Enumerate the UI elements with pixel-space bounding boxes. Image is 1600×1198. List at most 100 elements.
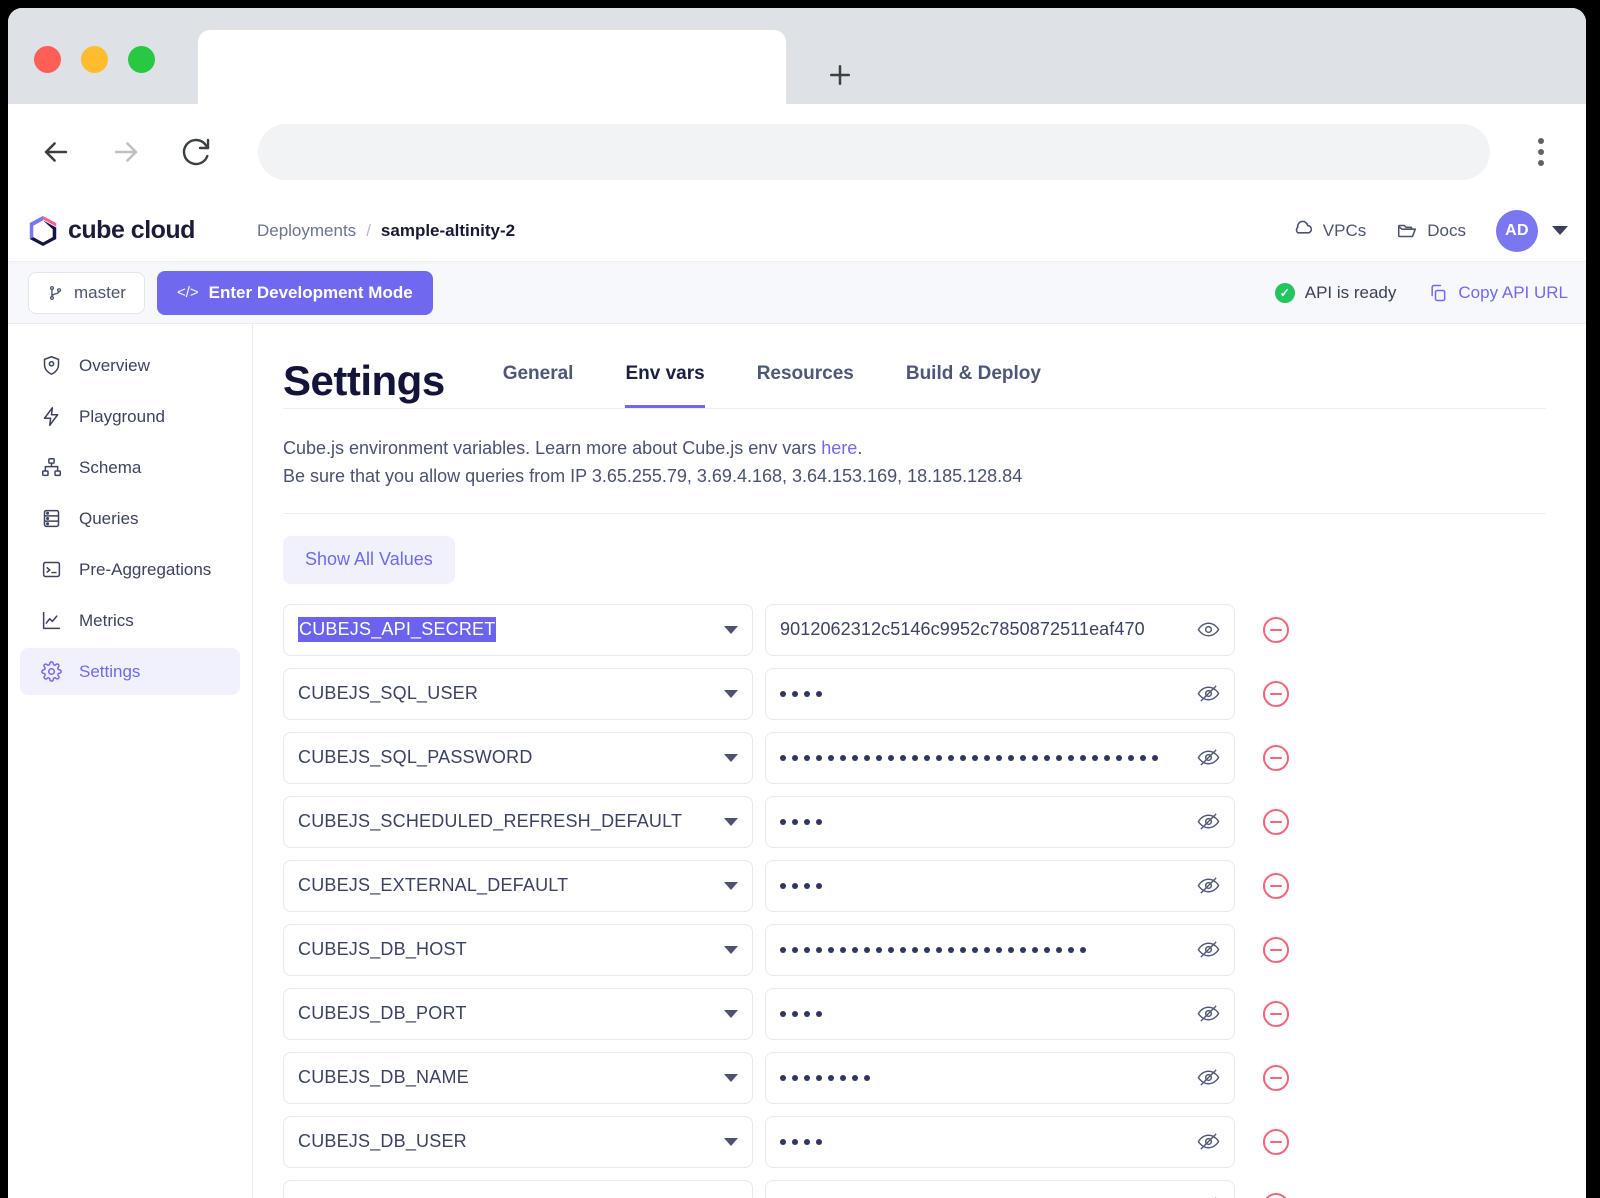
env-var-name-select[interactable]: CUBEJS_EXTERNAL_DEFAULT bbox=[283, 859, 753, 912]
database-rows-icon bbox=[40, 508, 62, 530]
remove-env-var-button[interactable] bbox=[1263, 808, 1289, 835]
env-var-row: CUBEJS_DB_HOST bbox=[283, 923, 1546, 976]
sidebar-item-label: Settings bbox=[79, 661, 141, 681]
masked-value bbox=[780, 818, 822, 825]
env-vars-description: Cube.js environment variables. Learn mor… bbox=[283, 409, 1546, 491]
tab-resources[interactable]: Resources bbox=[757, 363, 854, 408]
tab-general[interactable]: General bbox=[503, 363, 574, 408]
eye-hidden-icon[interactable] bbox=[1196, 810, 1220, 834]
env-var-value-input[interactable] bbox=[765, 667, 1235, 720]
eye-hidden-icon[interactable] bbox=[1196, 1002, 1220, 1026]
eye-visible-icon[interactable] bbox=[1196, 618, 1220, 642]
eye-hidden-icon[interactable] bbox=[1196, 874, 1220, 898]
env-var-name-select[interactable]: CUBEJS_SQL_USER bbox=[283, 667, 753, 720]
copy-api-url-button[interactable]: Copy API URL bbox=[1428, 283, 1568, 303]
env-var-value-input[interactable] bbox=[765, 1115, 1235, 1168]
chevron-down-icon bbox=[724, 753, 738, 762]
env-var-row: CUBEJS_API_SECRET 9012062312c5146c9952c78… bbox=[283, 603, 1546, 656]
sidebar-item-label: Overview bbox=[79, 355, 150, 375]
docs-link[interactable]: Docs bbox=[1396, 220, 1466, 242]
eye-hidden-icon[interactable] bbox=[1196, 1194, 1220, 1198]
description-divider bbox=[283, 512, 1546, 514]
branch-selector[interactable]: master bbox=[28, 271, 145, 314]
env-var-name-select[interactable]: CUBEJS_DB_NAME bbox=[283, 1051, 753, 1104]
tab-env-vars[interactable]: Env vars bbox=[625, 363, 705, 408]
deployment-subbar: master </> Enter Development Mode ✓ API … bbox=[8, 262, 1586, 324]
chevron-down-icon bbox=[724, 1137, 738, 1146]
eye-hidden-icon[interactable] bbox=[1196, 682, 1220, 706]
vpcs-link[interactable]: VPCs bbox=[1292, 220, 1366, 242]
remove-env-var-button[interactable] bbox=[1263, 744, 1289, 771]
env-var-row: CUBEJS_SCHEDULED_REFRESH_DEFAULT bbox=[283, 795, 1546, 848]
env-var-name-select[interactable]: CUBEJS_API_SECRET bbox=[283, 603, 753, 656]
sidebar-item-schema[interactable]: Schema bbox=[20, 444, 240, 491]
terminal-icon bbox=[40, 559, 62, 581]
masked-value bbox=[780, 690, 822, 697]
cube-cloud-logo[interactable]: cube cloud bbox=[28, 215, 195, 247]
env-var-name-select[interactable]: CUBEJS_SCHEDULED_REFRESH_DEFAULT bbox=[283, 795, 753, 848]
remove-env-var-button[interactable] bbox=[1263, 616, 1289, 643]
remove-env-var-button[interactable] bbox=[1263, 1192, 1289, 1198]
env-var-name-select[interactable]: CUBEJS_DB_HOST bbox=[283, 923, 753, 976]
env-var-value-input[interactable] bbox=[765, 731, 1235, 784]
user-menu[interactable]: AD bbox=[1496, 209, 1568, 252]
eye-hidden-icon[interactable] bbox=[1196, 1066, 1220, 1090]
sidebar: Overview Playground Schema Queries Pre-A… bbox=[8, 324, 253, 1198]
sidebar-item-playground[interactable]: Playground bbox=[20, 393, 240, 440]
remove-env-var-button[interactable] bbox=[1263, 1000, 1289, 1027]
env-var-value-input[interactable] bbox=[765, 1051, 1235, 1104]
breadcrumb-separator: / bbox=[366, 220, 371, 240]
maximize-window-button[interactable] bbox=[128, 46, 155, 73]
sidebar-item-metrics[interactable]: Metrics bbox=[20, 597, 240, 644]
env-var-name-select[interactable]: CUBEJS_DB_PORT bbox=[283, 987, 753, 1040]
env-var-name-select[interactable]: CUBEJS_SQL_PASSWORD bbox=[283, 731, 753, 784]
address-bar[interactable] bbox=[258, 124, 1490, 180]
chevron-down-icon bbox=[724, 1073, 738, 1082]
remove-circle-icon bbox=[1270, 1012, 1282, 1015]
env-var-row: CUBEJS_DB_USER bbox=[283, 1115, 1546, 1168]
env-var-name-select[interactable]: CUBEJS_DB_USER bbox=[283, 1115, 753, 1168]
remove-env-var-button[interactable] bbox=[1263, 936, 1289, 963]
env-var-name-label: CUBEJS_API_SECRET bbox=[298, 617, 497, 643]
address-input[interactable] bbox=[258, 124, 1490, 180]
browser-tab[interactable] bbox=[198, 30, 786, 104]
eye-hidden-icon[interactable] bbox=[1196, 938, 1220, 962]
env-var-row: CUBEJS_EXTERNAL_DEFAULT bbox=[283, 859, 1546, 912]
sidebar-item-pre-aggregations[interactable]: Pre-Aggregations bbox=[20, 546, 240, 593]
remove-env-var-button[interactable] bbox=[1263, 1064, 1289, 1091]
eye-hidden-icon[interactable] bbox=[1196, 746, 1220, 770]
sidebar-item-settings[interactable]: Settings bbox=[20, 648, 240, 695]
reload-button[interactable] bbox=[170, 126, 222, 178]
description-period: . bbox=[857, 438, 863, 458]
breadcrumb-deployments[interactable]: Deployments bbox=[257, 221, 356, 241]
close-window-button[interactable] bbox=[34, 46, 61, 73]
minimize-window-button[interactable] bbox=[81, 46, 108, 73]
enter-development-mode-button[interactable]: </> Enter Development Mode bbox=[156, 270, 433, 315]
browser-menu-button[interactable] bbox=[1518, 124, 1564, 180]
sidebar-item-queries[interactable]: Queries bbox=[20, 495, 240, 542]
env-var-value-input[interactable] bbox=[765, 795, 1235, 848]
window-traffic-lights bbox=[34, 46, 155, 73]
settings-content: Settings General Env vars Resources Buil… bbox=[253, 324, 1586, 1198]
description-line-1: Cube.js environment variables. Learn mor… bbox=[283, 435, 1546, 463]
env-var-value-input[interactable] bbox=[765, 859, 1235, 912]
tab-build-deploy[interactable]: Build & Deploy bbox=[906, 363, 1041, 408]
remove-env-var-button[interactable] bbox=[1263, 680, 1289, 707]
sidebar-item-label: Playground bbox=[79, 406, 166, 426]
new-tab-button[interactable] bbox=[813, 48, 867, 102]
check-icon: ✓ bbox=[1274, 282, 1295, 303]
env-var-value-input[interactable] bbox=[765, 987, 1235, 1040]
back-button[interactable] bbox=[30, 126, 82, 178]
env-var-value-input[interactable]: 9012062312c5146c9952c7850872511eaf470 bbox=[765, 603, 1235, 656]
here-link[interactable]: here bbox=[821, 438, 857, 458]
env-var-name-select[interactable]: CUBEJS_DB_PASS bbox=[283, 1179, 753, 1198]
show-all-values-label: Show All Values bbox=[305, 549, 433, 570]
forward-button[interactable] bbox=[100, 126, 152, 178]
env-var-value-input[interactable] bbox=[765, 1179, 1235, 1198]
show-all-values-button[interactable]: Show All Values bbox=[283, 535, 455, 584]
remove-env-var-button[interactable] bbox=[1263, 872, 1289, 899]
remove-env-var-button[interactable] bbox=[1263, 1128, 1289, 1155]
eye-hidden-icon[interactable] bbox=[1196, 1130, 1220, 1154]
env-var-value-input[interactable] bbox=[765, 923, 1235, 976]
sidebar-item-overview[interactable]: Overview bbox=[20, 342, 240, 389]
